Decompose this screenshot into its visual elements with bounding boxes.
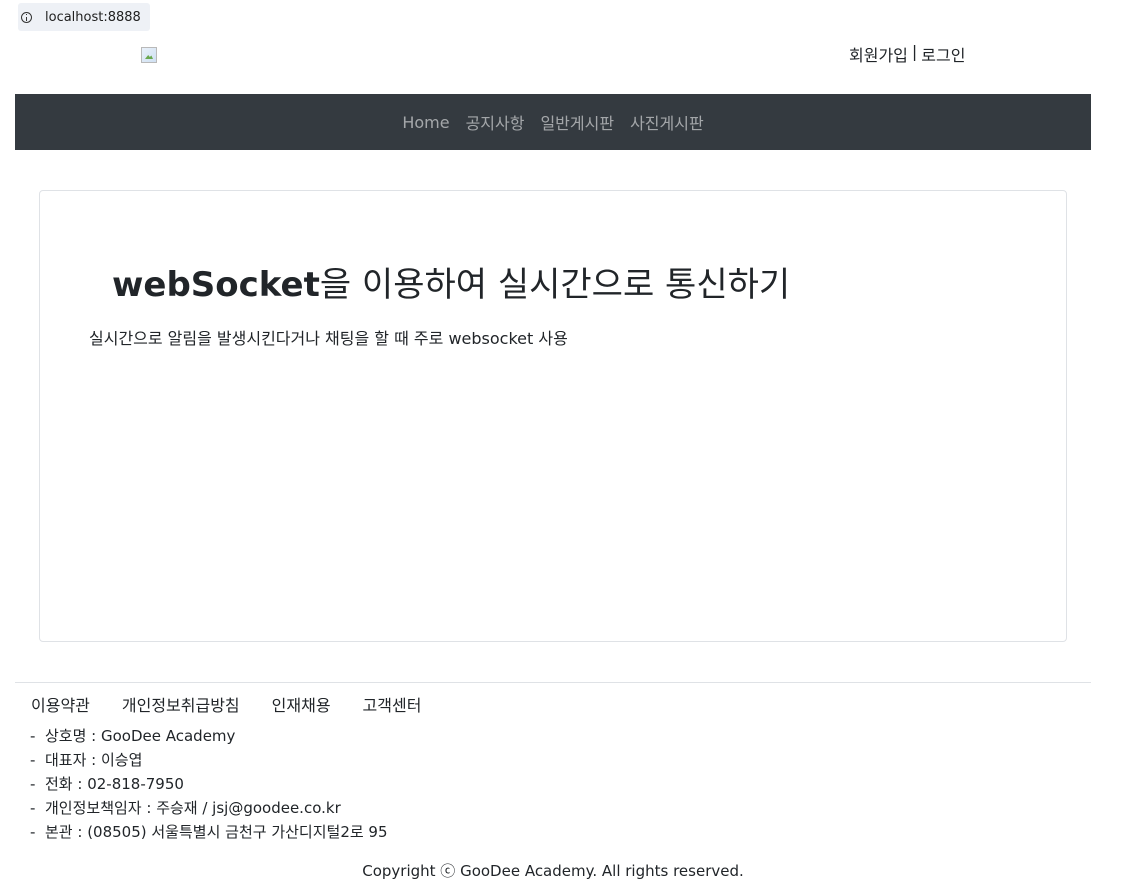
nav-item-home[interactable]: Home (394, 113, 457, 132)
page-description: 실시간으로 알림을 발생시킨다거나 채팅을 할 때 주로 websocket 사… (89, 329, 568, 348)
copyright: Copyright ⓒ GooDee Academy. All rights r… (362, 862, 744, 880)
company-info-item: 본관 : (08505) 서울특별시 금천구 가산디지털2로 95 (30, 820, 388, 844)
footer-links: 이용약관 개인정보취급방침 인재채용 고객센터 (31, 692, 421, 716)
main-navbar: Home 공지사항 일반게시판 사진게시판 (15, 94, 1091, 150)
company-info-item: 대표자 : 이승엽 (30, 748, 388, 772)
company-info-item: 전화 : 02-818-7950 (30, 772, 388, 796)
footer-divider (15, 682, 1091, 683)
site-info-icon[interactable] (21, 11, 32, 23)
footer-link-privacy[interactable]: 개인정보취급방침 (122, 692, 240, 716)
page-title: webSocket을 이용하여 실시간으로 통신하기 (112, 257, 790, 306)
footer-link-careers[interactable]: 인재채용 (272, 692, 331, 716)
company-info: 상호명 : GooDee Academy 대표자 : 이승엽 전화 : 02-8… (30, 724, 388, 844)
footer-link-terms[interactable]: 이용약관 (31, 692, 90, 716)
page-title-bold: webSocket (112, 265, 320, 305)
content-card: webSocket을 이용하여 실시간으로 통신하기 실시간으로 알림을 발생시… (39, 190, 1067, 642)
page-title-rest: 을 이용하여 실시간으로 통신하기 (319, 265, 791, 305)
company-info-item: 상호명 : GooDee Academy (30, 724, 388, 748)
auth-links: 회원가입 | 로그인 (849, 42, 965, 66)
nav-item-photo-board[interactable]: 사진게시판 (622, 110, 712, 134)
nav-item-board[interactable]: 일반게시판 (532, 110, 622, 134)
address-url: localhost:8888 (45, 9, 141, 25)
company-info-item: 개인정보책임자 : 주승재 / jsj@goodee.co.kr (30, 796, 388, 820)
login-link[interactable]: 로그인 (921, 42, 965, 66)
footer-link-support[interactable]: 고객센터 (363, 692, 422, 716)
address-bar[interactable]: localhost:8888 (18, 3, 150, 31)
auth-separator: | (911, 42, 918, 61)
nav-item-notice[interactable]: 공지사항 (458, 110, 533, 134)
logo-broken-image-icon[interactable] (141, 47, 157, 63)
signup-link[interactable]: 회원가입 (849, 42, 908, 66)
